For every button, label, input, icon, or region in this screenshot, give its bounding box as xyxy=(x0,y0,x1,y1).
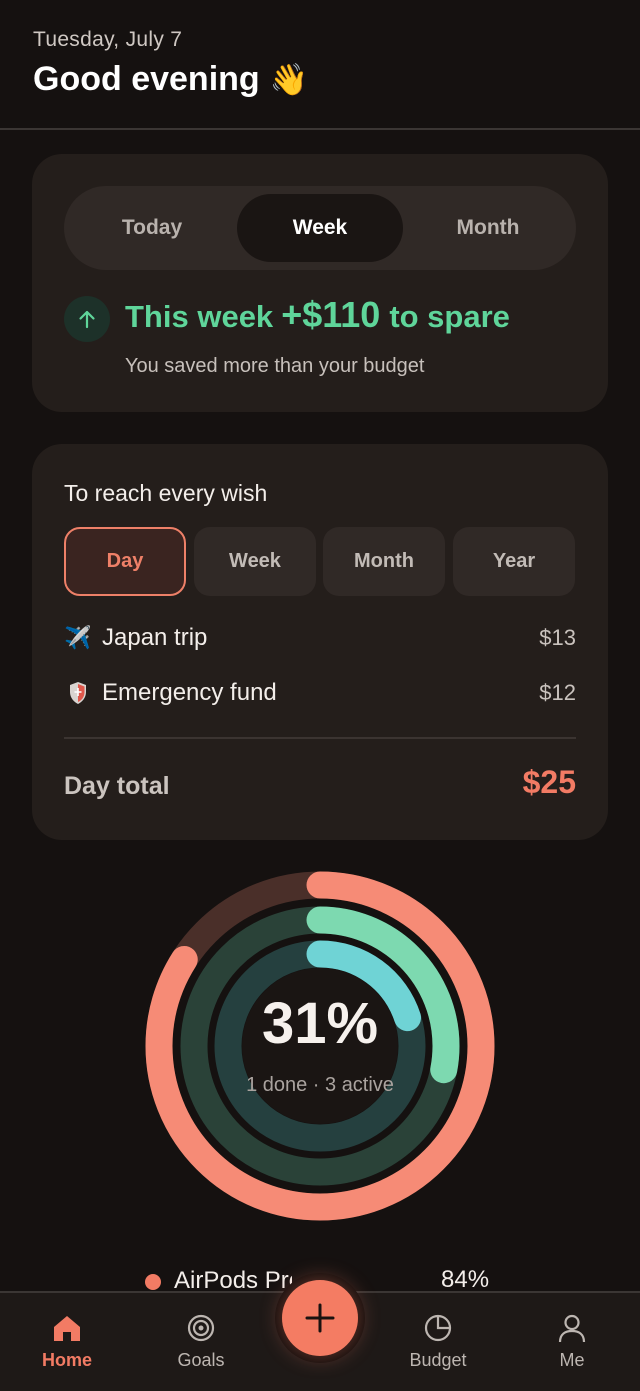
spare-card: Today Week Month This week +$110 to spar… xyxy=(32,154,608,412)
tab-goals[interactable]: Goals xyxy=(151,1313,251,1371)
target-icon xyxy=(187,1314,215,1342)
overall-percent: 31% xyxy=(261,991,379,1056)
period-chip-day[interactable]: Day xyxy=(64,527,186,596)
period-chip-month[interactable]: Month xyxy=(323,527,445,596)
period-chip-week[interactable]: Week xyxy=(194,527,316,596)
goal-name: Emergency fund xyxy=(102,679,277,706)
spare-amount: +$110 xyxy=(281,294,381,335)
date-label: Tuesday, July 7 xyxy=(33,28,183,51)
tab-label: Me xyxy=(559,1350,585,1370)
person-icon xyxy=(558,1314,586,1343)
goal-color-dot xyxy=(145,1274,161,1290)
goal-name: Japan trip xyxy=(102,624,208,651)
goal-row-japan-trip[interactable]: ✈️ Japan trip $13 xyxy=(64,618,576,658)
goal-preview-percent: 84% xyxy=(441,1266,490,1293)
tab-budget[interactable]: Budget xyxy=(388,1313,488,1371)
goal-amount: $13 xyxy=(539,625,576,650)
spare-title-suffix: to spare xyxy=(389,299,510,334)
plus-icon xyxy=(305,1303,335,1333)
arrow-up-icon xyxy=(64,296,110,342)
tab-label: Goals xyxy=(177,1350,225,1370)
greeting: Good evening 👋 xyxy=(33,60,308,99)
home-icon xyxy=(54,1316,80,1341)
shield-icon xyxy=(64,679,92,707)
header: Tuesday, July 7 Good evening 👋 xyxy=(0,0,640,130)
tab-label: Home xyxy=(41,1350,92,1370)
segment-week[interactable]: Week xyxy=(237,194,403,262)
divider xyxy=(64,737,576,739)
spare-headline: This week +$110 to spare xyxy=(125,294,510,336)
day-total-value: $25 xyxy=(522,764,576,800)
goal-amount: $12 xyxy=(539,680,576,705)
tab-label: Budget xyxy=(409,1350,467,1370)
airplane-icon: ✈️ xyxy=(64,625,92,650)
period-segmented-control: Today Week Month xyxy=(64,186,576,270)
pie-chart-icon xyxy=(424,1314,452,1342)
wish-card-title: To reach every wish xyxy=(64,480,268,506)
period-chip-year[interactable]: Year xyxy=(453,527,575,596)
wish-card: To reach every wish Day Week Month Year … xyxy=(32,444,608,840)
greeting-text: Good evening xyxy=(33,60,260,98)
spare-subtitle: You saved more than your budget xyxy=(125,355,425,377)
tab-home[interactable]: Home xyxy=(17,1313,117,1371)
day-total-label: Day total xyxy=(64,772,170,800)
segment-month[interactable]: Month xyxy=(408,194,568,262)
goals-summary: 1 done · 3 active xyxy=(246,1074,394,1096)
goal-row-emergency-fund[interactable]: Emergency fund $12 xyxy=(64,673,576,713)
add-button[interactable] xyxy=(282,1280,358,1356)
home-screen: Tuesday, July 7 Good evening 👋 Today Wee… xyxy=(0,0,640,1391)
waving-hand-icon: 👋 xyxy=(269,62,309,97)
segment-today[interactable]: Today xyxy=(72,194,232,262)
spare-title-prefix: This week xyxy=(125,299,274,334)
tab-me[interactable]: Me xyxy=(522,1313,622,1371)
